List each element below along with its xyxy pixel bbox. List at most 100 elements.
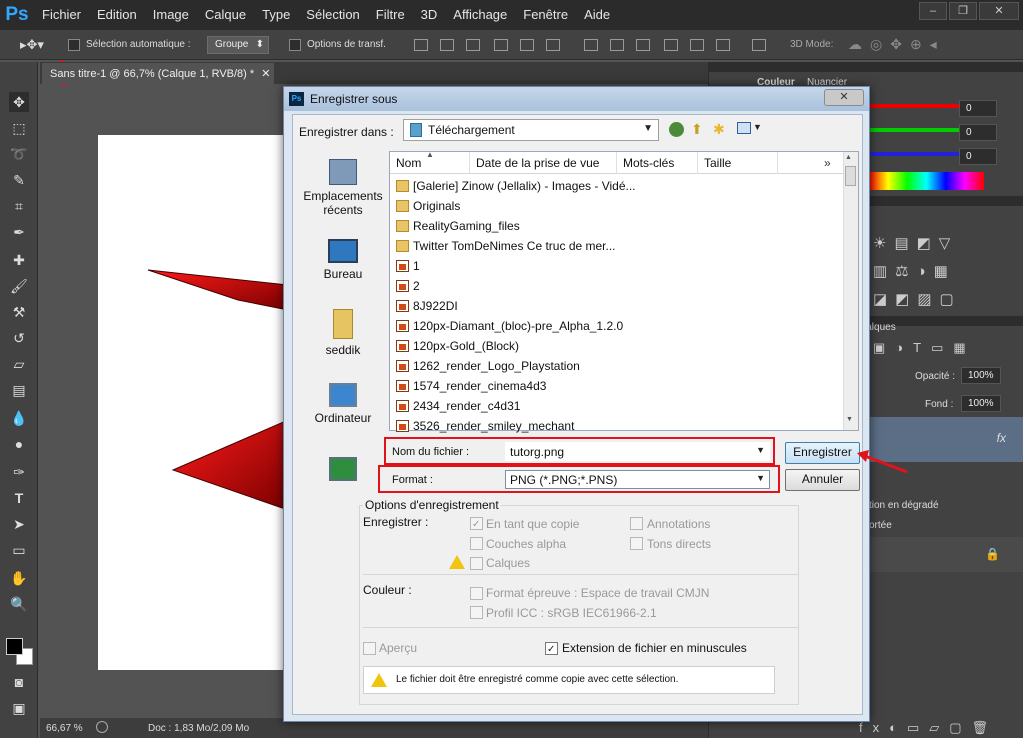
file-row[interactable]: [Galerie] Zinow (Jellalix) - Images - Vi… <box>396 176 636 196</box>
cancel-button[interactable]: Annuler <box>785 469 860 491</box>
status-info-icon[interactable] <box>96 721 108 733</box>
align-top-icon[interactable] <box>414 39 428 51</box>
restore-button[interactable]: ❐ <box>949 2 977 20</box>
close-window-button[interactable]: ✕ <box>979 2 1019 20</box>
save-in-select[interactable]: Téléchargement ▼ <box>403 119 659 141</box>
background-layer-row[interactable]: 🔒 <box>869 537 1023 572</box>
file-row[interactable]: RealityGaming_files <box>396 216 520 236</box>
history-brush-tool-icon[interactable]: ↺ <box>9 328 29 348</box>
filename-dropdown-icon[interactable]: ▼ <box>756 445 765 455</box>
format-select[interactable]: PNG (*.PNG;*.PNS) ▼ <box>505 470 770 489</box>
column-date[interactable]: Date de la prise de vue <box>470 152 617 174</box>
distribute-hcenter-icon[interactable] <box>690 39 704 51</box>
file-row[interactable]: 1574_render_cinema4d3 <box>396 376 546 396</box>
layers-checkbox[interactable] <box>470 557 483 570</box>
menu-aide[interactable]: Aide <box>576 0 618 30</box>
distribute-right-icon[interactable] <box>716 39 730 51</box>
filename-input[interactable]: tutorg.png ▼ <box>505 442 770 461</box>
place-desktop[interactable]: Bureau <box>297 239 389 281</box>
menu-type[interactable]: Type <box>254 0 298 30</box>
distribute-vcenter-icon[interactable] <box>610 39 624 51</box>
adjustment-icons-row3[interactable]: ◪◩▨▢ <box>873 290 962 308</box>
place-network[interactable] <box>297 457 389 481</box>
file-row[interactable]: Originals <box>396 196 460 216</box>
menu-affichage[interactable]: Affichage <box>445 0 515 30</box>
eyedropper-tool-icon[interactable]: ✒ <box>9 222 29 242</box>
icc-profile-checkbox[interactable] <box>470 606 483 619</box>
pen-tool-icon[interactable]: ✑ <box>9 462 29 482</box>
minimize-button[interactable]: – <box>919 2 947 20</box>
align-left-icon[interactable] <box>494 39 508 51</box>
green-value[interactable]: 0 <box>959 124 997 141</box>
gradient-tool-icon[interactable]: ▤ <box>9 380 29 400</box>
align-vcenter-icon[interactable] <box>440 39 454 51</box>
view-chevron-icon[interactable]: ▼ <box>753 122 762 132</box>
proof-setup-checkbox[interactable] <box>470 587 483 600</box>
menu-3d[interactable]: 3D <box>413 0 446 30</box>
quick-mask-icon[interactable]: ◙ <box>9 672 29 692</box>
zoom-tool-icon[interactable]: 🔍 <box>9 594 29 614</box>
lasso-tool-icon[interactable]: ➰ <box>9 144 29 164</box>
red-value[interactable]: 0 <box>959 100 997 117</box>
blur-tool-icon[interactable]: 💧 <box>9 408 29 428</box>
notes-checkbox[interactable] <box>630 517 643 530</box>
menu-edition[interactable]: Edition <box>89 0 145 30</box>
file-row[interactable]: 120px-Diamant_(bloc)-pre_Alpha_1.2.0 <box>396 316 623 336</box>
file-row[interactable]: 8J922DI <box>396 296 458 316</box>
adjustment-icons-row1[interactable]: ☀▤◩▽ <box>873 234 958 252</box>
transform-controls-checkbox[interactable] <box>289 39 301 51</box>
marquee-tool-icon[interactable]: ⬚ <box>9 118 29 138</box>
healing-brush-tool-icon[interactable]: ✚ <box>9 250 29 270</box>
file-row[interactable]: 2434_render_c4d31 <box>396 396 520 416</box>
file-row[interactable]: 2 <box>396 276 420 296</box>
effect-drop-shadow[interactable]: ortée <box>869 520 892 531</box>
dialog-close-button[interactable]: ✕ <box>824 89 864 106</box>
opacity-value[interactable]: 100% <box>961 367 1001 384</box>
blue-slider[interactable] <box>869 152 959 156</box>
hand-tool-icon[interactable]: ✋ <box>9 568 29 588</box>
file-row[interactable]: Twitter TomDeNimes Ce truc de mer... <box>396 236 616 256</box>
distribute-top-icon[interactable] <box>584 39 598 51</box>
preview-checkbox[interactable] <box>363 642 376 655</box>
back-icon[interactable] <box>669 122 684 137</box>
scroll-down-icon[interactable]: ▼ <box>846 416 853 423</box>
distribute-bottom-icon[interactable] <box>636 39 650 51</box>
red-slider[interactable] <box>869 104 959 108</box>
as-copy-checkbox[interactable]: ✓ <box>470 517 483 530</box>
adjustment-icons-row2[interactable]: ▥⚖◑▦ <box>873 262 956 280</box>
up-folder-icon[interactable]: ⬆ <box>691 121 703 138</box>
type-tool-icon[interactable]: T <box>9 488 29 508</box>
lowercase-extension-checkbox[interactable]: ✓ <box>545 642 558 655</box>
menu-selection[interactable]: Sélection <box>298 0 367 30</box>
place-recent[interactable]: Emplacements récents <box>297 159 389 217</box>
align-hcenter-icon[interactable] <box>520 39 534 51</box>
menu-image[interactable]: Image <box>145 0 197 30</box>
green-slider[interactable] <box>869 128 959 132</box>
fill-value[interactable]: 100% <box>961 395 1001 412</box>
spot-colors-checkbox[interactable] <box>630 537 643 550</box>
align-bottom-icon[interactable] <box>466 39 480 51</box>
move-tool-icon[interactable]: ▸✥▾ <box>20 37 44 53</box>
eraser-tool-icon[interactable]: ▱ <box>9 354 29 374</box>
file-row[interactable]: 120px-Gold_(Block) <box>396 336 519 356</box>
column-size[interactable]: Taille <box>698 152 778 174</box>
effect-gradient-overlay[interactable]: tion en dégradé <box>869 500 939 511</box>
scroll-thumb[interactable] <box>845 166 856 186</box>
place-user[interactable]: seddik <box>297 309 389 357</box>
auto-select-type-select[interactable]: Groupe ⬍ <box>207 36 269 54</box>
move-tool-icon-btn[interactable]: ✥ <box>9 92 29 112</box>
3d-tools-icons[interactable]: ☁◎✥⊕◂ <box>848 36 945 53</box>
color-spectrum[interactable] <box>869 172 984 190</box>
document-tab[interactable]: Sans titre-1 @ 66,7% (Calque 1, RVB/8) *… <box>42 63 274 84</box>
distribute-left-icon[interactable] <box>664 39 678 51</box>
align-right-icon[interactable] <box>546 39 560 51</box>
file-row[interactable]: 1262_render_Logo_Playstation <box>396 356 580 376</box>
file-list-scrollbar[interactable]: ▲ ▼ <box>843 152 858 430</box>
alpha-channels-checkbox[interactable] <box>470 537 483 550</box>
clone-stamp-tool-icon[interactable]: ⚒ <box>9 302 29 322</box>
save-button[interactable]: Enregistrer <box>785 442 860 464</box>
quick-select-tool-icon[interactable]: ✎ <box>9 170 29 190</box>
place-computer[interactable]: Ordinateur <box>297 383 389 425</box>
more-columns-icon[interactable]: » <box>824 156 831 170</box>
menu-calque[interactable]: Calque <box>197 0 254 30</box>
